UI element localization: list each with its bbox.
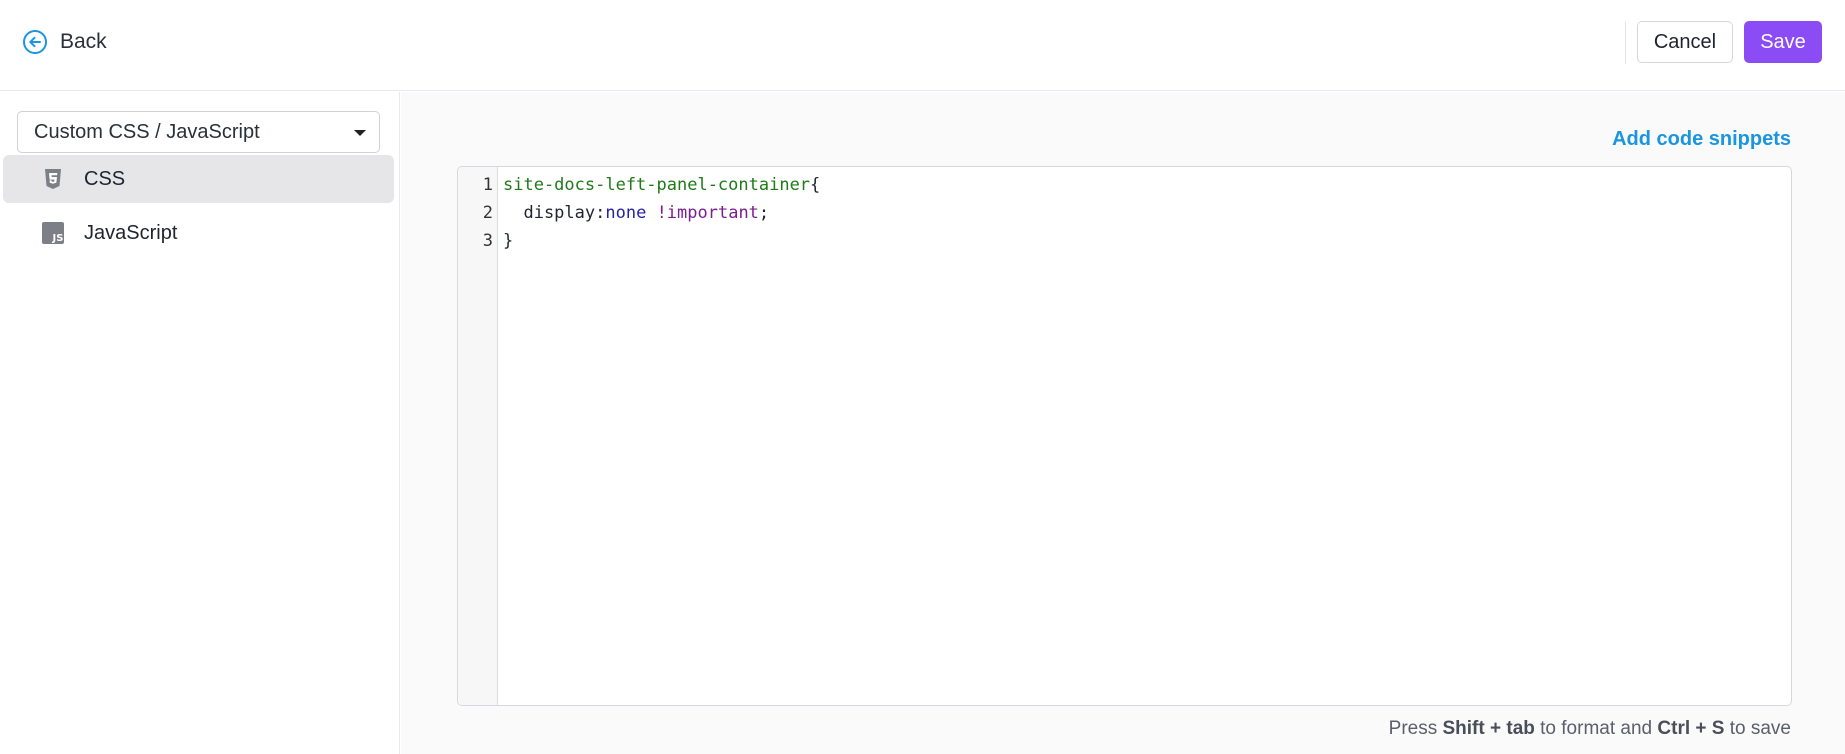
sidebar: Custom CSS / JavaScript CSS JS JavaScrip… <box>0 92 400 754</box>
sidebar-item-javascript[interactable]: JS JavaScript <box>3 209 394 257</box>
code-line: } <box>503 231 513 251</box>
keyboard-hint: Press Shift + tab to format and Ctrl + S… <box>1389 718 1791 740</box>
sidebar-item-css[interactable]: CSS <box>3 155 394 203</box>
hint-text: Press <box>1388 718 1443 739</box>
js-icon: JS <box>42 222 64 244</box>
svg-text:JS: JS <box>52 233 64 244</box>
line-number-gutter: 1 2 3 <box>458 167 498 705</box>
top-bar: Back Cancel Save <box>0 0 1845 91</box>
line-number: 1 <box>482 175 493 195</box>
brace-token: } <box>503 231 514 251</box>
hint-shortcut: Shift + tab <box>1442 718 1535 739</box>
select-value: Custom CSS / JavaScript <box>34 120 260 143</box>
hint-text: to save <box>1724 718 1791 739</box>
caret-down-icon <box>354 130 366 136</box>
cancel-button[interactable]: Cancel <box>1637 21 1733 63</box>
css-property-token: display: <box>503 203 606 223</box>
back-button[interactable]: Back <box>22 29 107 55</box>
important-token: !important <box>656 203 759 223</box>
brace-token: { <box>810 175 821 195</box>
arrow-left-circle-icon <box>23 30 47 54</box>
sidebar-item-label: CSS <box>84 167 126 190</box>
hint-text: to format and <box>1534 718 1658 739</box>
code-line: site-docs-left-panel-container{ <box>503 175 820 195</box>
line-number: 2 <box>482 203 493 223</box>
css-selector-token: site-docs-left-panel-container <box>503 175 811 195</box>
add-code-snippets-link[interactable]: Add code snippets <box>1612 128 1791 151</box>
back-label: Back <box>60 30 107 53</box>
save-button[interactable]: Save <box>1744 21 1822 63</box>
sidebar-item-label: JavaScript <box>84 221 178 244</box>
main-panel: Add code snippets 1 2 3 site-docs-left-p… <box>401 92 1845 754</box>
hint-shortcut: Ctrl + S <box>1657 718 1725 739</box>
code-line: display:none !important; <box>503 203 769 223</box>
css3-icon <box>45 169 61 189</box>
line-number: 3 <box>482 231 493 251</box>
css-value-token: none <box>605 203 647 223</box>
custom-code-select[interactable]: Custom CSS / JavaScript <box>17 111 380 153</box>
header-divider <box>1625 22 1626 64</box>
code-editor[interactable]: 1 2 3 site-docs-left-panel-container{ di… <box>457 166 1792 706</box>
semicolon-token: ; <box>758 203 770 223</box>
